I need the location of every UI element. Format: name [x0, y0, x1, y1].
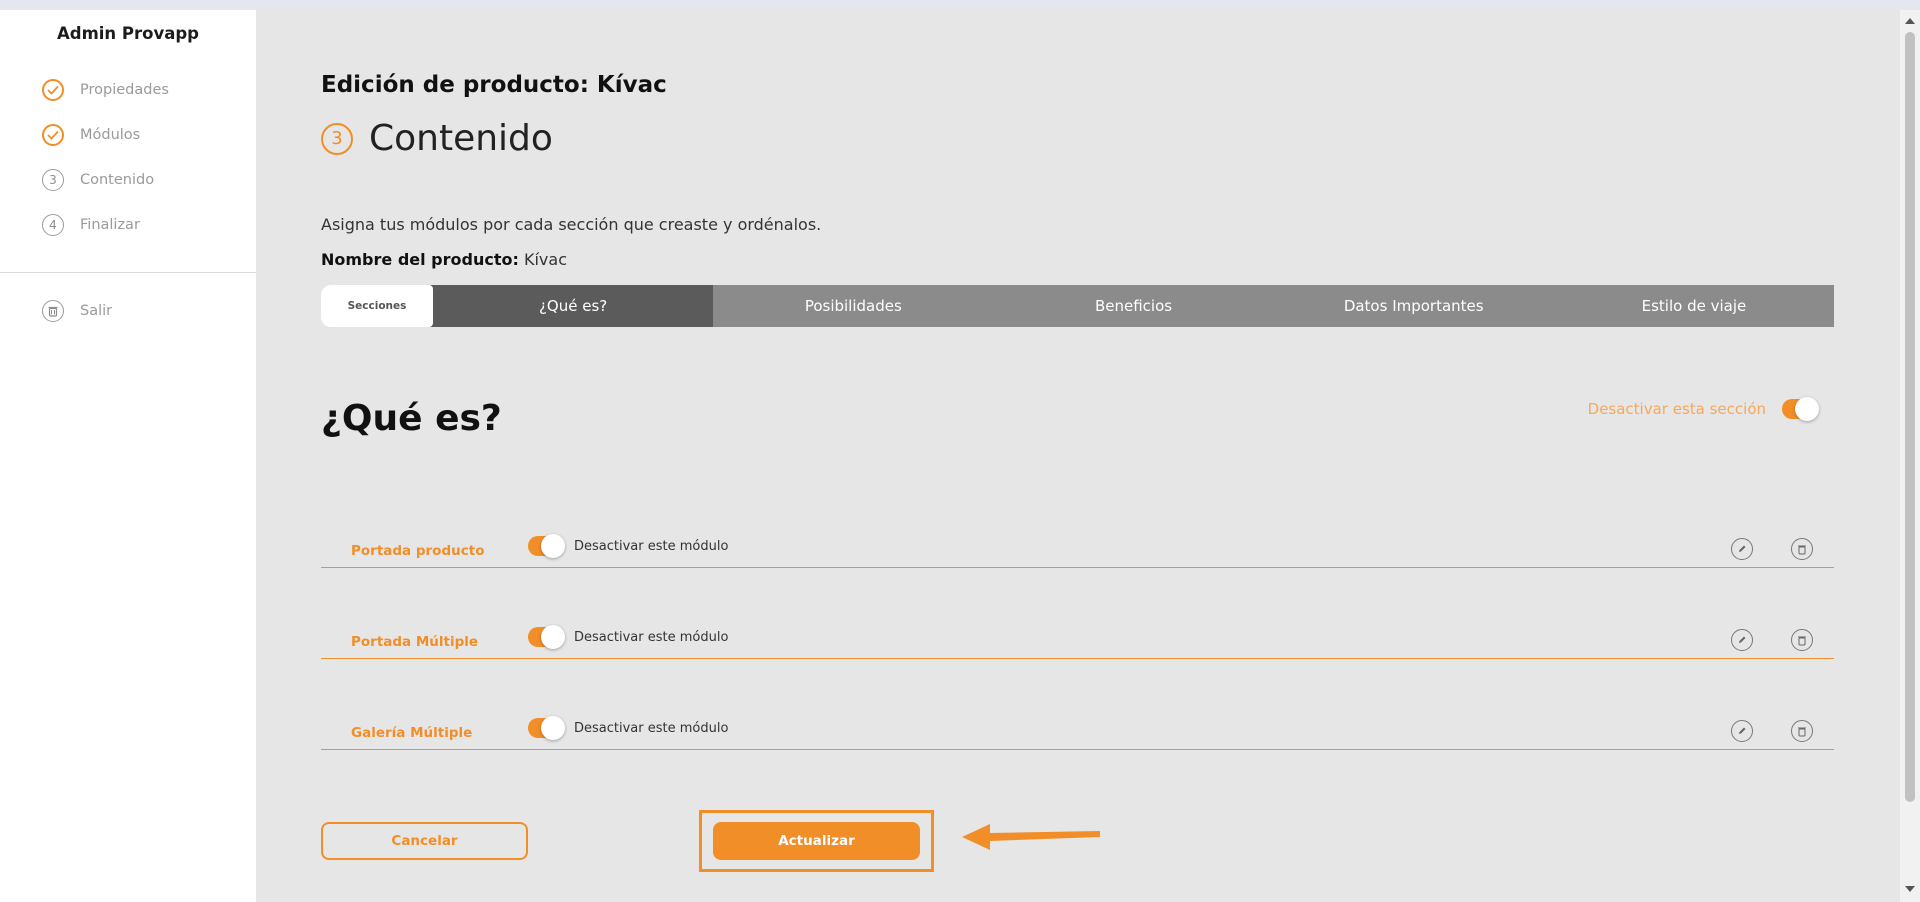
sidebar-step-label: Módulos: [80, 126, 141, 143]
delete-icon[interactable]: [1791, 629, 1813, 651]
sidebar-step-label: Finalizar: [80, 216, 140, 233]
step-number-icon: 3: [42, 168, 64, 191]
tab-que-es[interactable]: ¿Qué es?: [429, 285, 714, 327]
edit-icon[interactable]: [1731, 720, 1753, 742]
module-toggle-label: Desactivar este módulo: [574, 720, 729, 736]
module-toggle-label: Desactivar este módulo: [574, 538, 729, 554]
module-row: Portada producto Desactivar este módulo: [321, 528, 1834, 568]
pointer-arrow-icon: [962, 824, 1100, 850]
edit-icon[interactable]: [1731, 538, 1753, 560]
edit-icon[interactable]: [1731, 629, 1753, 651]
tab-estilo-de-viaje[interactable]: Estilo de viaje: [1553, 285, 1835, 327]
toggle-knob: [1795, 397, 1819, 421]
main-content: Edición de producto: Kívac 3 Contenido A…: [256, 10, 1900, 902]
intro-text: Asigna tus módulos por cada sección que …: [321, 215, 822, 234]
scrollbar-thumb[interactable]: [1905, 32, 1915, 802]
logout-button[interactable]: Salir: [42, 300, 112, 322]
tab-datos-importantes[interactable]: Datos Importantes: [1273, 285, 1554, 327]
product-name-value: Kívac: [523, 250, 567, 269]
sidebar-step-propiedades[interactable]: Propiedades: [42, 67, 169, 112]
vertical-scrollbar[interactable]: [1900, 10, 1920, 902]
tab-sections-label: Secciones: [321, 285, 433, 327]
update-button[interactable]: Actualizar: [713, 822, 920, 860]
browser-top-strip: [0, 0, 1920, 10]
logout-label: Salir: [80, 303, 113, 319]
page-title: Edición de producto: Kívac: [321, 72, 667, 98]
brand-title: Admin Provapp: [57, 24, 199, 43]
check-icon: [42, 78, 64, 101]
module-toggle[interactable]: Desactivar este módulo: [528, 716, 729, 740]
sidebar: Admin Provapp Propiedades Módulos 3 Cont…: [0, 10, 256, 902]
sidebar-step-modulos[interactable]: Módulos: [42, 112, 169, 157]
delete-icon[interactable]: [1791, 538, 1813, 560]
module-name: Portada Múltiple: [351, 634, 479, 650]
step-heading: 3 Contenido: [321, 118, 553, 159]
toggle-knob: [541, 716, 565, 740]
sidebar-step-finalizar[interactable]: 4 Finalizar: [42, 202, 169, 247]
sidebar-divider: [0, 272, 256, 273]
step-number-icon: 4: [42, 213, 64, 236]
section-tabs: Secciones ¿Qué es? Posibilidades Benefic…: [321, 285, 1835, 327]
sidebar-step-contenido[interactable]: 3 Contenido: [42, 157, 169, 202]
cancel-button[interactable]: Cancelar: [321, 822, 528, 860]
toggle-knob: [541, 625, 565, 649]
module-toggle[interactable]: Desactivar este módulo: [528, 534, 729, 558]
section-toggle-label: Desactivar esta sección: [1587, 400, 1766, 418]
section-toggle[interactable]: Desactivar esta sección: [1587, 397, 1819, 421]
module-name: Galería Múltiple: [351, 725, 473, 741]
module-toggle-label: Desactivar este módulo: [574, 629, 729, 645]
module-row: Portada Múltiple Desactivar este módulo: [321, 619, 1834, 659]
delete-icon[interactable]: [1791, 720, 1813, 742]
section-title: ¿Qué es?: [321, 398, 502, 439]
scroll-down-arrow-icon[interactable]: [1905, 886, 1915, 892]
module-toggle-switch[interactable]: [528, 534, 565, 558]
sidebar-step-label: Contenido: [80, 171, 155, 188]
tab-beneficios[interactable]: Beneficios: [993, 285, 1274, 327]
toggle-knob: [541, 534, 565, 558]
tab-posibilidades[interactable]: Posibilidades: [713, 285, 994, 327]
sidebar-step-label: Propiedades: [80, 81, 169, 98]
product-name: Nombre del producto: Kívac: [321, 250, 567, 269]
module-row: Galería Múltiple Desactivar este módulo: [321, 710, 1834, 750]
check-icon: [42, 123, 64, 146]
step-heading-label: Contenido: [369, 118, 553, 159]
section-toggle-switch[interactable]: [1782, 397, 1819, 421]
step-number-icon: 3: [321, 122, 353, 155]
module-toggle-switch[interactable]: [528, 625, 565, 649]
module-name: Portada producto: [351, 543, 485, 559]
scroll-up-arrow-icon[interactable]: [1905, 18, 1915, 24]
module-toggle-switch[interactable]: [528, 716, 565, 740]
trash-icon: [42, 300, 64, 322]
wizard-steps: Propiedades Módulos 3 Contenido 4 Finali…: [42, 67, 169, 247]
product-name-label: Nombre del producto:: [321, 250, 519, 269]
module-toggle[interactable]: Desactivar este módulo: [528, 625, 729, 649]
